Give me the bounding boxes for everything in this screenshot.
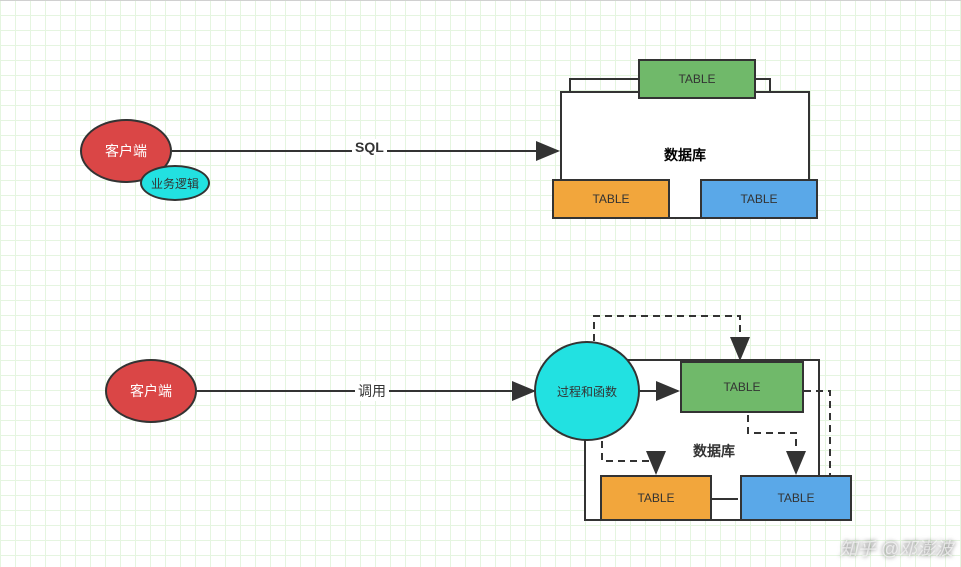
diagram-canvas: 客户端 业务逻辑 SQL 数据库 TABLE TABLE TABLE 客户端 调… bbox=[0, 1, 961, 567]
table-top-3: TABLE bbox=[700, 179, 818, 219]
call-arrow-label: 调用 bbox=[355, 381, 389, 401]
proc-label: 过程和函数 bbox=[557, 383, 617, 400]
table-top-2: TABLE bbox=[552, 179, 670, 219]
db-label-top: 数据库 bbox=[664, 145, 706, 165]
db-label-bottom: 数据库 bbox=[690, 441, 738, 461]
watermark: 知乎 @邓澎波 bbox=[840, 535, 953, 561]
table-bottom-1: TABLE bbox=[680, 361, 804, 413]
table-bottom-2: TABLE bbox=[600, 475, 712, 521]
proc-node: 过程和函数 bbox=[534, 341, 640, 441]
table-bottom-3: TABLE bbox=[740, 475, 852, 521]
logic-label: 业务逻辑 bbox=[151, 175, 199, 192]
table-top-1: TABLE bbox=[638, 59, 756, 99]
client-label-top: 客户端 bbox=[105, 141, 147, 161]
client-node-bottom: 客户端 bbox=[105, 359, 197, 423]
sql-arrow-label: SQL bbox=[352, 139, 387, 155]
logic-node: 业务逻辑 bbox=[140, 165, 210, 201]
client-label-bottom: 客户端 bbox=[130, 381, 172, 401]
